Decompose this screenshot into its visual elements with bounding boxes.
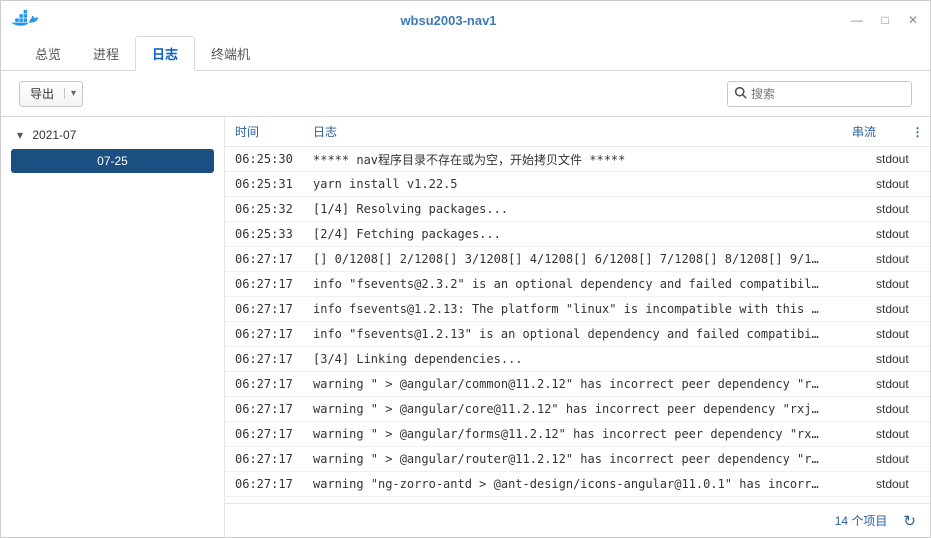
cell-stream: stdout: [866, 227, 930, 241]
grid-footer: 14 个项目 ↻: [225, 503, 930, 537]
table-row[interactable]: 06:25:31yarn install v1.22.5stdout: [225, 172, 930, 197]
docker-logo-icon: [11, 10, 39, 30]
table-row[interactable]: 06:27:17warning " > @angular/router@11.2…: [225, 447, 930, 472]
cell-stream: stdout: [866, 377, 930, 391]
cell-time: 06:27:17: [225, 352, 303, 366]
maximize-button[interactable]: □: [878, 13, 892, 27]
cell-time: 06:25:30: [225, 152, 303, 166]
cell-time: 06:27:17: [225, 427, 303, 441]
chevron-down-icon[interactable]: ▾: [64, 88, 82, 99]
cell-log: [3/4] Linking dependencies...: [303, 352, 866, 366]
cell-log: info fsevents@1.2.13: The platform "linu…: [303, 302, 866, 316]
search-icon: [734, 86, 747, 102]
cell-time: 06:27:17: [225, 402, 303, 416]
titlebar: wbsu2003-nav1 — □ ✕: [1, 1, 930, 39]
tab-1[interactable]: 进程: [77, 37, 135, 70]
main: 时间 日志 串流 ⋮ 06:25:30***** nav程序目录不存在或为空，开…: [225, 117, 930, 537]
tab-0[interactable]: 总览: [19, 37, 77, 70]
table-row[interactable]: 06:27:17info fsevents@1.2.13: The platfo…: [225, 297, 930, 322]
col-header-stream[interactable]: 串流: [842, 123, 906, 140]
window-controls: — □ ✕: [850, 13, 920, 27]
cell-stream: stdout: [866, 352, 930, 366]
cell-log: warning " > @angular/common@11.2.12" has…: [303, 377, 866, 391]
export-label: 导出: [20, 85, 64, 102]
cell-time: 06:25:33: [225, 227, 303, 241]
minimize-button[interactable]: —: [850, 13, 864, 27]
cell-log: warning " > @angular/core@11.2.12" has i…: [303, 402, 866, 416]
cell-time: 06:25:32: [225, 202, 303, 216]
col-header-time[interactable]: 时间: [225, 123, 303, 140]
cell-log: [] 0/1208[] 2/1208[] 3/1208[] 4/1208[] 6…: [303, 252, 866, 266]
tabs: 总览进程日志终端机: [1, 39, 930, 71]
cell-log: warning "ng-zorro-antd > @ant-design/ico…: [303, 477, 866, 491]
cell-stream: stdout: [866, 477, 930, 491]
cell-log: ***** nav程序目录不存在或为空，开始拷贝文件 *****: [303, 151, 866, 168]
cell-stream: stdout: [866, 427, 930, 441]
cell-log: yarn install v1.22.5: [303, 177, 866, 191]
tree-month[interactable]: ▾ 2021-07: [1, 123, 224, 147]
table-row[interactable]: 06:27:17warning " > @angular/forms@11.2.…: [225, 422, 930, 447]
item-count: 14 个项目: [835, 512, 888, 529]
table-row[interactable]: 06:27:17[] 0/1208[] 2/1208[] 3/1208[] 4/…: [225, 247, 930, 272]
toolbar: 导出 ▾: [1, 71, 930, 117]
cell-time: 06:27:17: [225, 302, 303, 316]
cell-time: 06:27:17: [225, 327, 303, 341]
cell-log: [2/4] Fetching packages...: [303, 227, 866, 241]
cell-time: 06:27:17: [225, 377, 303, 391]
grid-body[interactable]: 06:25:30***** nav程序目录不存在或为空，开始拷贝文件 *****…: [225, 147, 930, 503]
grid-header: 时间 日志 串流 ⋮: [225, 117, 930, 147]
cell-stream: stdout: [866, 302, 930, 316]
tree-day[interactable]: 07-25: [11, 149, 214, 173]
table-row[interactable]: 06:25:30***** nav程序目录不存在或为空，开始拷贝文件 *****…: [225, 147, 930, 172]
cell-stream: stdout: [866, 452, 930, 466]
cell-time: 06:27:17: [225, 252, 303, 266]
cell-stream: stdout: [866, 277, 930, 291]
cell-stream: stdout: [866, 177, 930, 191]
cell-log: [1/4] Resolving packages...: [303, 202, 866, 216]
table-row[interactable]: 06:27:17[3/4] Linking dependencies...std…: [225, 347, 930, 372]
tree-month-label: 2021-07: [32, 128, 76, 142]
cell-time: 06:27:17: [225, 452, 303, 466]
cell-time: 06:25:31: [225, 177, 303, 191]
cell-stream: stdout: [866, 327, 930, 341]
cell-log: warning " > @angular/forms@11.2.12" has …: [303, 427, 866, 441]
refresh-icon[interactable]: ↻: [903, 512, 916, 530]
table-row[interactable]: 06:25:32[1/4] Resolving packages...stdou…: [225, 197, 930, 222]
app-window: wbsu2003-nav1 — □ ✕ 总览进程日志终端机 导出 ▾ ▾ 202…: [0, 0, 931, 538]
tab-2[interactable]: 日志: [135, 36, 195, 71]
export-button[interactable]: 导出 ▾: [19, 81, 83, 107]
sidebar: ▾ 2021-07 07-25: [1, 117, 225, 537]
table-row[interactable]: 06:27:17info "fsevents@2.3.2" is an opti…: [225, 272, 930, 297]
cell-time: 06:27:17: [225, 277, 303, 291]
cell-log: warning " > @angular/router@11.2.12" has…: [303, 452, 866, 466]
search-box[interactable]: [727, 81, 912, 107]
chevron-down-icon: ▾: [17, 128, 27, 142]
cell-stream: stdout: [866, 252, 930, 266]
table-row[interactable]: 06:27:17warning " > @angular/core@11.2.1…: [225, 397, 930, 422]
cell-log: info "fsevents@2.3.2" is an optional dep…: [303, 277, 866, 291]
cell-stream: stdout: [866, 152, 930, 166]
window-title: wbsu2003-nav1: [47, 13, 850, 28]
cell-log: info "fsevents@1.2.13" is an optional de…: [303, 327, 866, 341]
cell-stream: stdout: [866, 202, 930, 216]
table-row[interactable]: 06:27:17info "fsevents@1.2.13" is an opt…: [225, 322, 930, 347]
search-input[interactable]: [751, 87, 906, 101]
cell-stream: stdout: [866, 402, 930, 416]
tab-3[interactable]: 终端机: [195, 37, 266, 70]
body: ▾ 2021-07 07-25 时间 日志 串流 ⋮ 06:25:30*****…: [1, 117, 930, 537]
table-row[interactable]: 06:27:17warning " > @angular/common@11.2…: [225, 372, 930, 397]
col-header-log[interactable]: 日志: [303, 123, 842, 140]
column-menu-icon[interactable]: ⋮: [906, 125, 930, 139]
table-row[interactable]: 06:27:17warning "ng-zorro-antd > @ant-de…: [225, 472, 930, 497]
table-row[interactable]: 06:25:33[2/4] Fetching packages...stdout: [225, 222, 930, 247]
close-button[interactable]: ✕: [906, 13, 920, 27]
cell-time: 06:27:17: [225, 477, 303, 491]
